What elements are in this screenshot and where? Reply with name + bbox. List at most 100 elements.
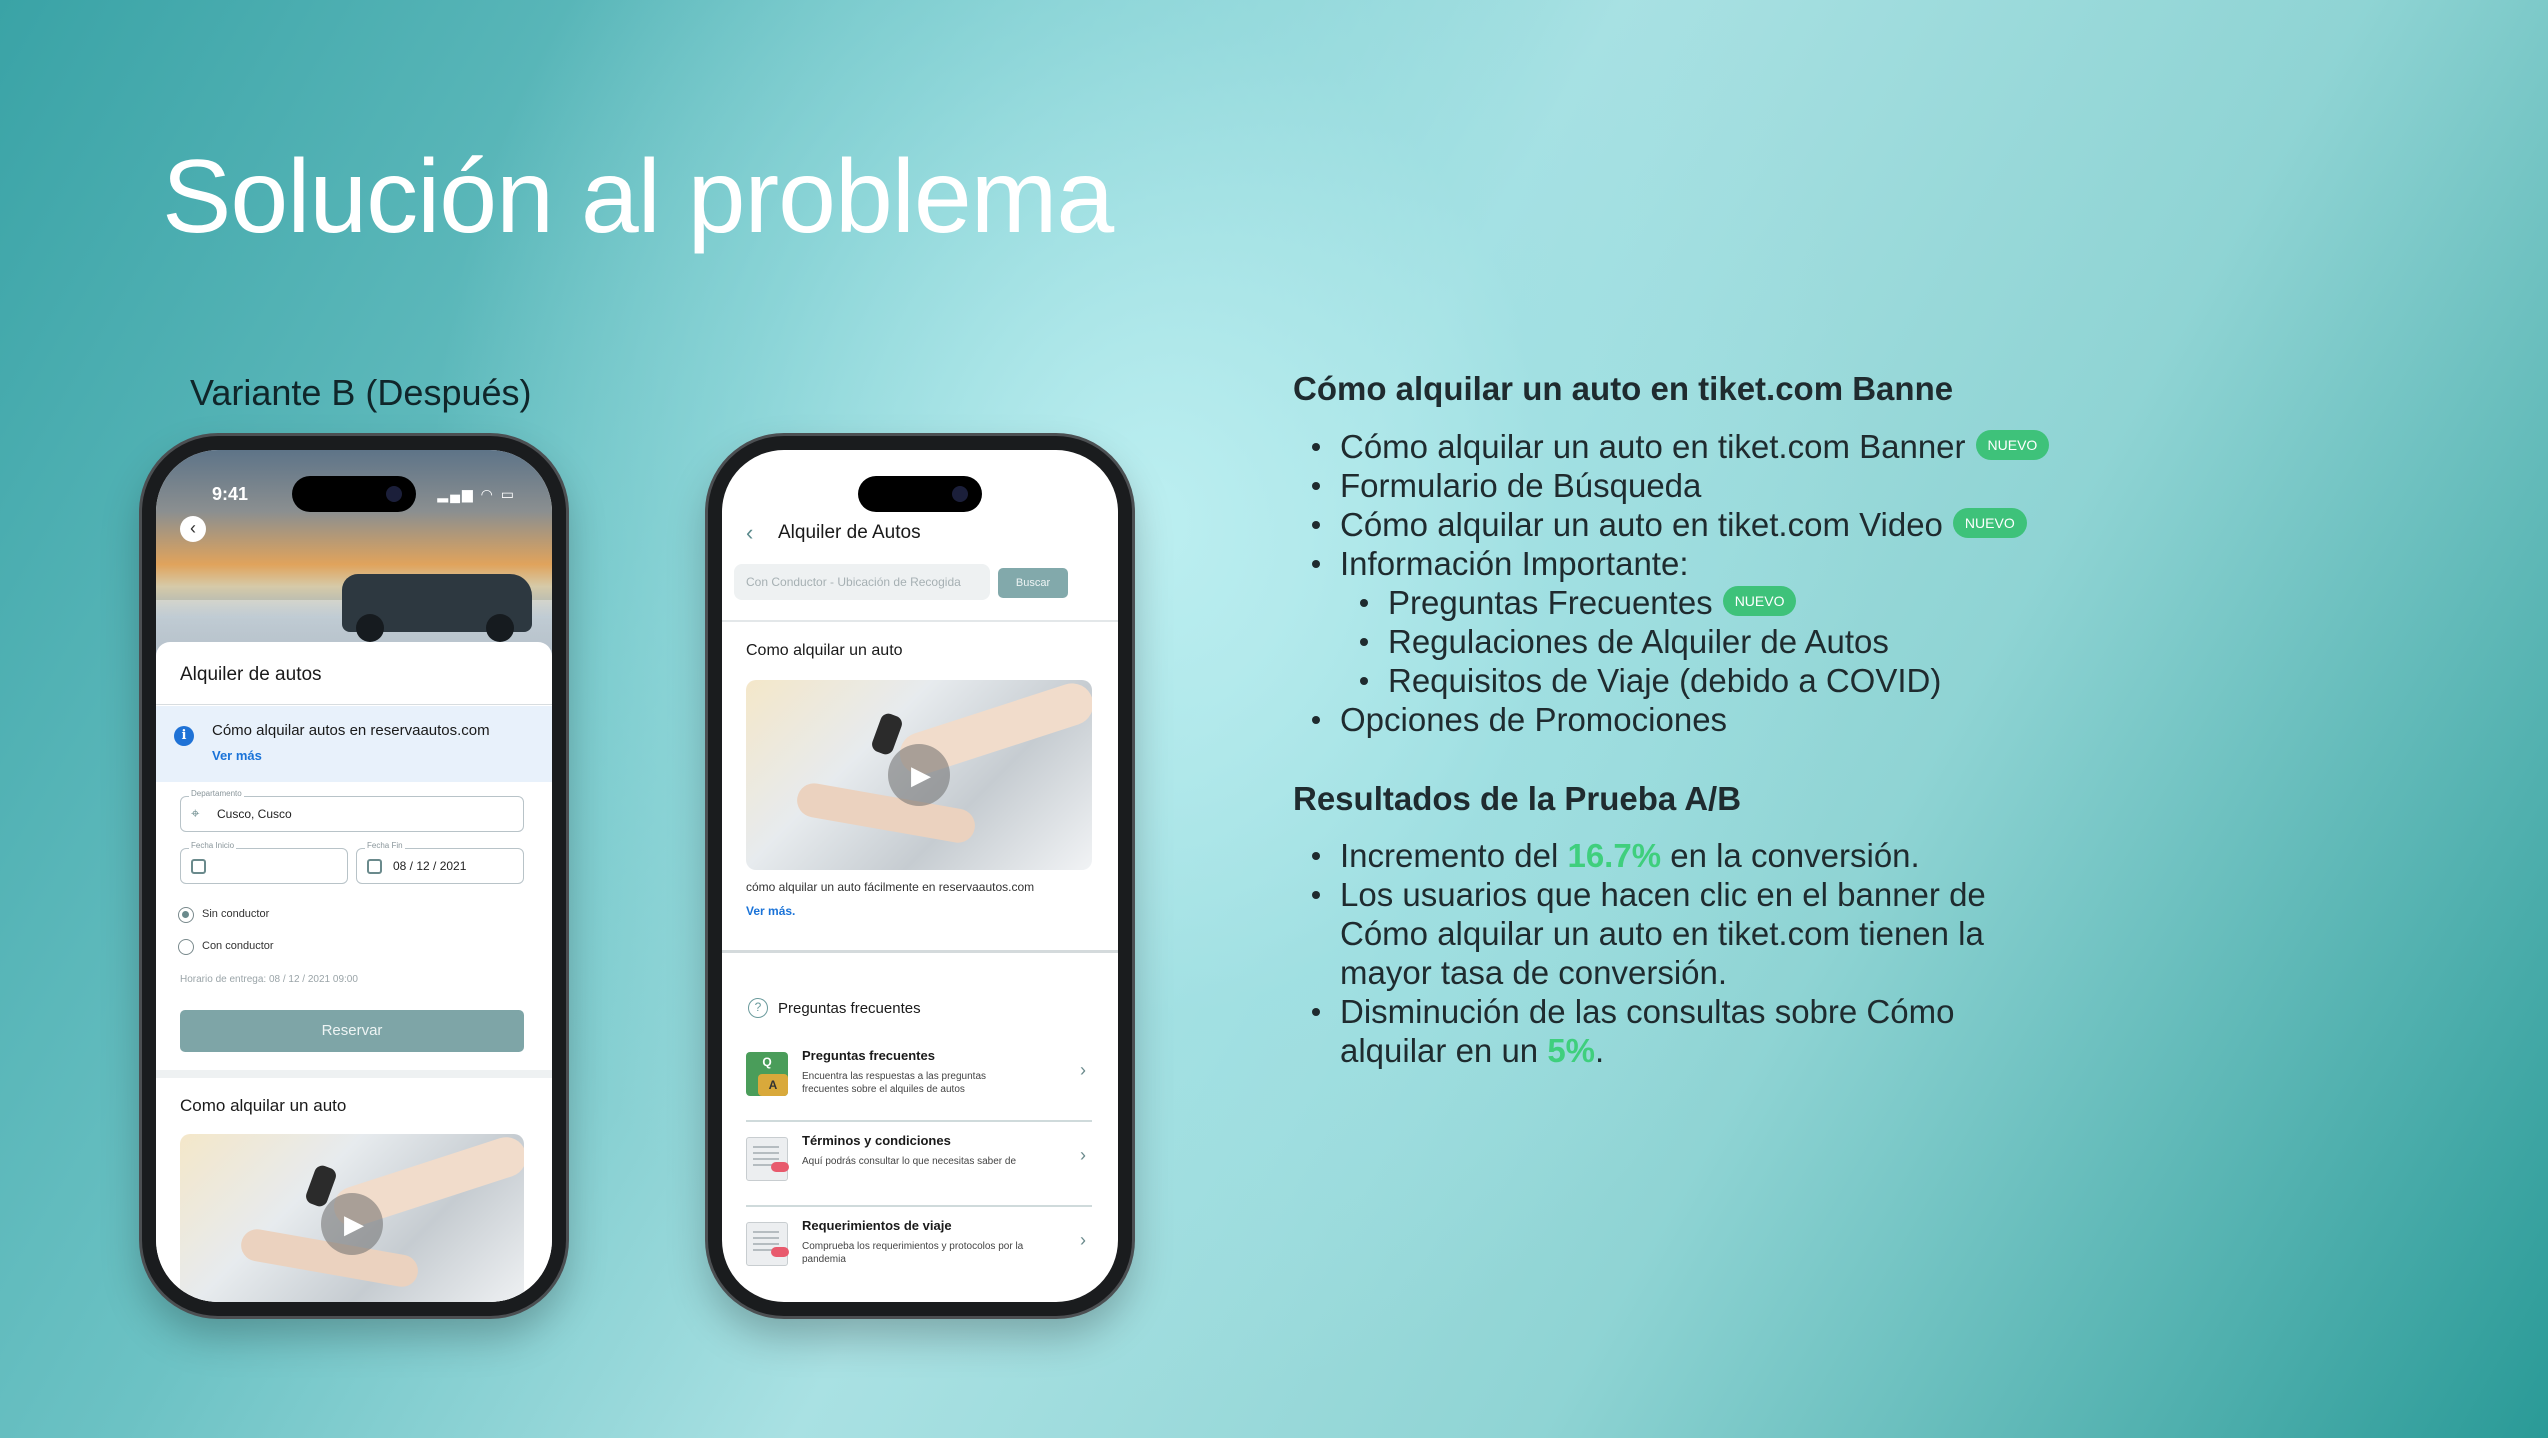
phone-mockup-variant-b: 9:41 ▂▄▆ ◠ ▭ ‹ Alquiler de autos i Cómo … xyxy=(142,436,566,1316)
list-item-text: Cómo alquilar un auto en tiket.com Video xyxy=(1340,506,1943,543)
new-badge: NUEVO xyxy=(1722,586,1797,617)
list-item-text: en la conversión. xyxy=(1661,837,1920,874)
row-description: Comprueba los requerimientos y protocolo… xyxy=(802,1241,1024,1265)
section-title-banner: Cómo alquilar un auto en tiket.com Banne xyxy=(1293,370,1954,407)
section-divider xyxy=(156,1070,552,1078)
radio-label: Con conductor xyxy=(202,940,274,952)
divider xyxy=(722,620,1118,622)
list-item: Los usuarios que hacen clic en el banner… xyxy=(1308,875,2028,992)
list-item-text: . xyxy=(1595,1032,1605,1069)
list-item-text: Cómo alquilar un auto en tiket.com Banne… xyxy=(1340,428,1966,465)
hand-image xyxy=(794,780,978,846)
back-icon[interactable]: ‹ xyxy=(746,520,753,546)
new-badge: NUEVO xyxy=(1975,430,2050,461)
list-item: Requisitos de Viaje (debido a COVID) xyxy=(1356,661,2049,700)
list-item-text: Regulaciones de Alquiler de Autos xyxy=(1388,623,1889,660)
how-to-video[interactable]: ▶ xyxy=(746,680,1092,870)
row-title: Términos y condiciones xyxy=(802,1133,951,1148)
list-item-text: Preguntas Frecuentes xyxy=(1388,584,1713,621)
document-icon xyxy=(746,1222,789,1266)
header-title: Alquiler de Autos xyxy=(778,522,921,543)
field-label: Fecha Fin xyxy=(365,841,405,850)
start-date-field[interactable]: Fecha Inicio xyxy=(180,841,348,884)
list-item-text: Formulario de Búsqueda xyxy=(1340,467,1702,504)
field-label: Departamento xyxy=(189,789,244,798)
how-to-title: Como alquilar un auto xyxy=(746,642,903,659)
list-item-text: Información Importante: xyxy=(1340,545,1689,582)
field-value: Cusco, Cusco xyxy=(217,807,292,821)
dynamic-island xyxy=(858,476,982,512)
new-badge: NUEVO xyxy=(1952,508,2027,539)
row-description: Encuentra las respuestas a las preguntas… xyxy=(802,1071,986,1095)
radio-with-driver[interactable] xyxy=(178,939,194,955)
delivery-hint: Horario de entrega: 08 / 12 / 2021 09:00 xyxy=(180,974,358,985)
qa-icon: QA xyxy=(746,1052,788,1096)
faq-row-preguntas[interactable]: QA Preguntas frecuentes Encuentra las re… xyxy=(746,1038,1092,1122)
banner-link[interactable]: Ver más xyxy=(212,748,262,763)
list-item-text: Incremento del xyxy=(1340,837,1568,874)
faq-row-terminos[interactable]: Términos y condiciones Aquí podrás consu… xyxy=(746,1123,1092,1207)
row-title: Preguntas frecuentes xyxy=(802,1048,935,1063)
row-description: Aquí podrás consultar lo que necesitas s… xyxy=(802,1156,1017,1167)
list-item-text: Los usuarios que hacen clic en el banner… xyxy=(1340,876,1986,991)
hero-car xyxy=(342,574,532,642)
radio-without-driver[interactable] xyxy=(178,907,194,923)
destination-field[interactable]: Departamento ⌖ Cusco, Cusco xyxy=(180,789,524,832)
slide-title: Solución al problema xyxy=(162,139,1114,255)
list-item: Formulario de Búsqueda xyxy=(1308,466,2049,505)
location-pin-icon: ⌖ xyxy=(191,805,200,822)
back-icon[interactable]: ‹ xyxy=(180,516,206,542)
reserve-button[interactable]: Reservar xyxy=(180,1010,524,1052)
how-to-title: Como alquilar un auto xyxy=(180,1096,347,1115)
status-time: 9:41 xyxy=(212,484,249,504)
dynamic-island xyxy=(292,476,416,512)
status-icons: ▂▄▆ ◠ ▭ xyxy=(437,486,516,502)
list-item: Cómo alquilar un auto en tiket.com Video… xyxy=(1308,505,2049,544)
field-value: 08 / 12 / 2021 xyxy=(393,859,467,873)
radio-label: Sin conductor xyxy=(202,908,270,920)
document-icon xyxy=(746,1137,789,1181)
list-item: Regulaciones de Alquiler de Autos xyxy=(1356,622,2049,661)
banner-text: Cómo alquilar autos en reservaautos.com xyxy=(212,722,490,739)
list-item: Cómo alquilar un auto en tiket.com Banne… xyxy=(1308,427,2050,466)
phone-screen: 9:41 ▂▄▆ ◠ ▭ ‹ Alquiler de autos i Cómo … xyxy=(156,450,552,1302)
results-list: Incremento del 16.7% en la conversión. L… xyxy=(1308,836,2028,1070)
calendar-icon xyxy=(191,859,206,874)
list-item: Preguntas Frecuentes NUEVO xyxy=(1356,583,2049,622)
field-label: Fecha Inicio xyxy=(189,841,237,850)
list-item: Incremento del 16.7% en la conversión. xyxy=(1308,836,2028,875)
how-to-video[interactable]: ▶ xyxy=(180,1134,524,1302)
highlight-value: 5% xyxy=(1547,1032,1596,1069)
chevron-right-icon: › xyxy=(1080,1230,1086,1250)
calendar-icon xyxy=(367,859,382,874)
play-icon[interactable]: ▶ xyxy=(321,1193,383,1255)
chevron-right-icon: › xyxy=(1080,1145,1086,1165)
phone-screen: ‹ Alquiler de Autos Con Conductor - Ubic… xyxy=(722,450,1118,1302)
row-title: Requerimientos de viaje xyxy=(802,1218,952,1233)
how-to-banner[interactable]: i Cómo alquilar autos en reservaautos.co… xyxy=(156,706,552,782)
divider xyxy=(156,704,552,705)
faq-row-requerimientos[interactable]: Requerimientos de viaje Comprueba los re… xyxy=(746,1208,1092,1292)
search-button[interactable]: Buscar xyxy=(998,568,1068,598)
list-item: Disminución de las consultas sobre Cómo … xyxy=(1308,992,2028,1070)
video-link[interactable]: Ver más. xyxy=(746,904,795,918)
feature-list: Cómo alquilar un auto en tiket.com Banne… xyxy=(1308,427,2050,739)
divider xyxy=(722,950,1118,953)
chevron-right-icon: › xyxy=(1080,1060,1086,1080)
video-caption: cómo alquilar un auto fácilmente en rese… xyxy=(746,880,1035,894)
play-icon[interactable]: ▶ xyxy=(888,744,950,806)
list-item-text: Requisitos de Viaje (debido a COVID) xyxy=(1388,662,1942,699)
rental-sheet: Alquiler de autos i Cómo alquilar autos … xyxy=(156,642,552,1302)
highlight-value: 16.7% xyxy=(1567,837,1662,874)
phone-mockup-info: ‹ Alquiler de Autos Con Conductor - Ubic… xyxy=(708,436,1132,1316)
section-title-results: Resultados de la Prueba A/B xyxy=(1293,780,1742,817)
info-icon: i xyxy=(174,726,194,746)
search-input[interactable]: Con Conductor - Ubicación de Recogida xyxy=(734,564,990,600)
list-item-text: Opciones de Promociones xyxy=(1340,701,1728,738)
sheet-title: Alquiler de autos xyxy=(180,664,322,685)
variant-label: Variante B (Después) xyxy=(190,372,532,413)
list-item: Información Importante: xyxy=(1308,544,2049,583)
end-date-field[interactable]: Fecha Fin 08 / 12 / 2021 xyxy=(356,841,524,884)
list-item: Opciones de Promociones xyxy=(1308,700,2049,739)
list-item-text: Disminución de las consultas sobre Cómo … xyxy=(1340,993,1955,1069)
